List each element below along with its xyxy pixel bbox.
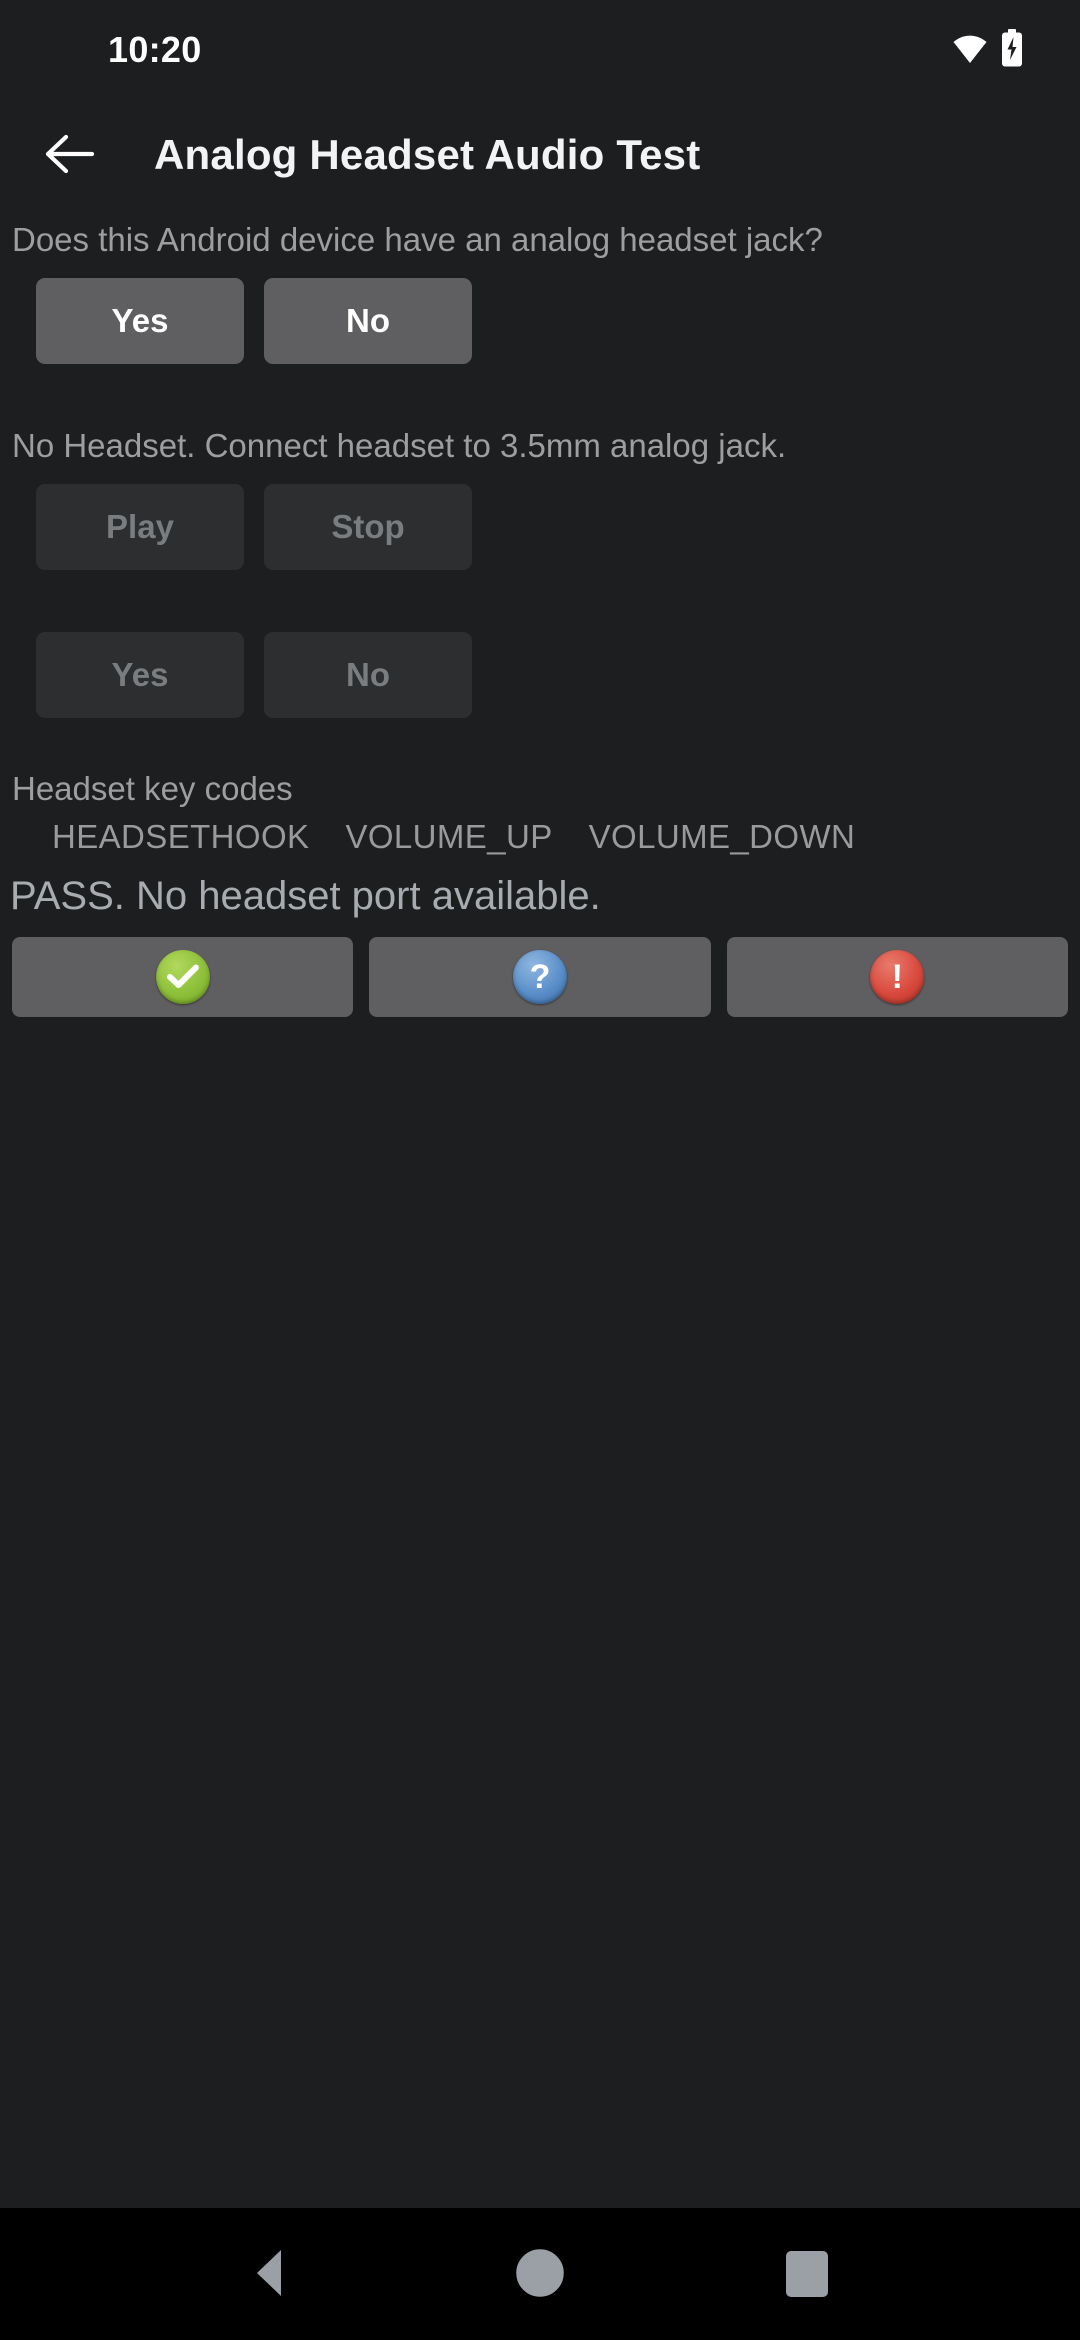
home-circle-icon [515, 2248, 565, 2301]
fail-button[interactable]: ! [726, 937, 1068, 1017]
app-bar: Analog Headset Audio Test [0, 100, 1080, 210]
page-title: Analog Headset Audio Test [154, 131, 701, 178]
back-button[interactable] [22, 107, 118, 203]
test-result-text: PASS. No headset port available. [10, 874, 601, 918]
heard-no-button[interactable]: No [264, 632, 472, 718]
back-triangle-icon [251, 2248, 295, 2301]
stop-button[interactable]: Stop [264, 484, 472, 570]
pass-button[interactable] [12, 937, 354, 1017]
key-codes-row: HEADSETHOOK VOLUME_UP VOLUME_DOWN [0, 818, 1080, 856]
keycode-headsethook: HEADSETHOOK [52, 818, 310, 855]
key-codes-label: Headset key codes [12, 770, 293, 807]
jack-question-prompt: Does this Android device have an analog … [12, 221, 823, 258]
verdict-button-row: ? ! [0, 937, 1080, 1017]
wifi-icon [952, 33, 988, 68]
exclamation-glyph: ! [891, 958, 903, 996]
exclamation-circle-icon: ! [870, 950, 925, 1004]
keycode-volume-down: VOLUME_DOWN [588, 818, 856, 855]
heard-yes-button[interactable]: Yes [36, 632, 244, 718]
system-navigation-bar [0, 2208, 1080, 2340]
nav-recents-button[interactable] [747, 2214, 867, 2334]
back-arrow-icon [45, 134, 95, 177]
app-screen: 10:20 Analog Headset Audio Test Does thi… [0, 0, 1080, 2340]
info-button[interactable]: ? [369, 937, 711, 1017]
heard-question-buttons: Yes No [0, 632, 1080, 718]
keycode-volume-up: VOLUME_UP [345, 818, 553, 855]
playback-buttons: Play Stop [0, 484, 1080, 570]
battery-charging-icon [1000, 28, 1024, 72]
test-content: Does this Android device have an analog … [0, 210, 1080, 2208]
status-icon-group [952, 28, 1046, 72]
jack-question-buttons: Yes No [0, 278, 1080, 364]
recents-square-icon [785, 2251, 828, 2297]
play-button[interactable]: Play [36, 484, 244, 570]
question-circle-icon: ? [512, 950, 567, 1004]
question-glyph: ? [529, 958, 551, 996]
playback-status-text: No Headset. Connect headset to 3.5mm ana… [12, 427, 787, 464]
status-clock: 10:20 [108, 29, 202, 70]
jack-yes-button[interactable]: Yes [36, 278, 244, 364]
jack-no-button[interactable]: No [264, 278, 472, 364]
nav-home-button[interactable] [480, 2214, 600, 2334]
status-bar: 10:20 [0, 0, 1080, 100]
nav-back-button[interactable] [213, 2214, 333, 2334]
check-circle-icon [155, 950, 210, 1004]
